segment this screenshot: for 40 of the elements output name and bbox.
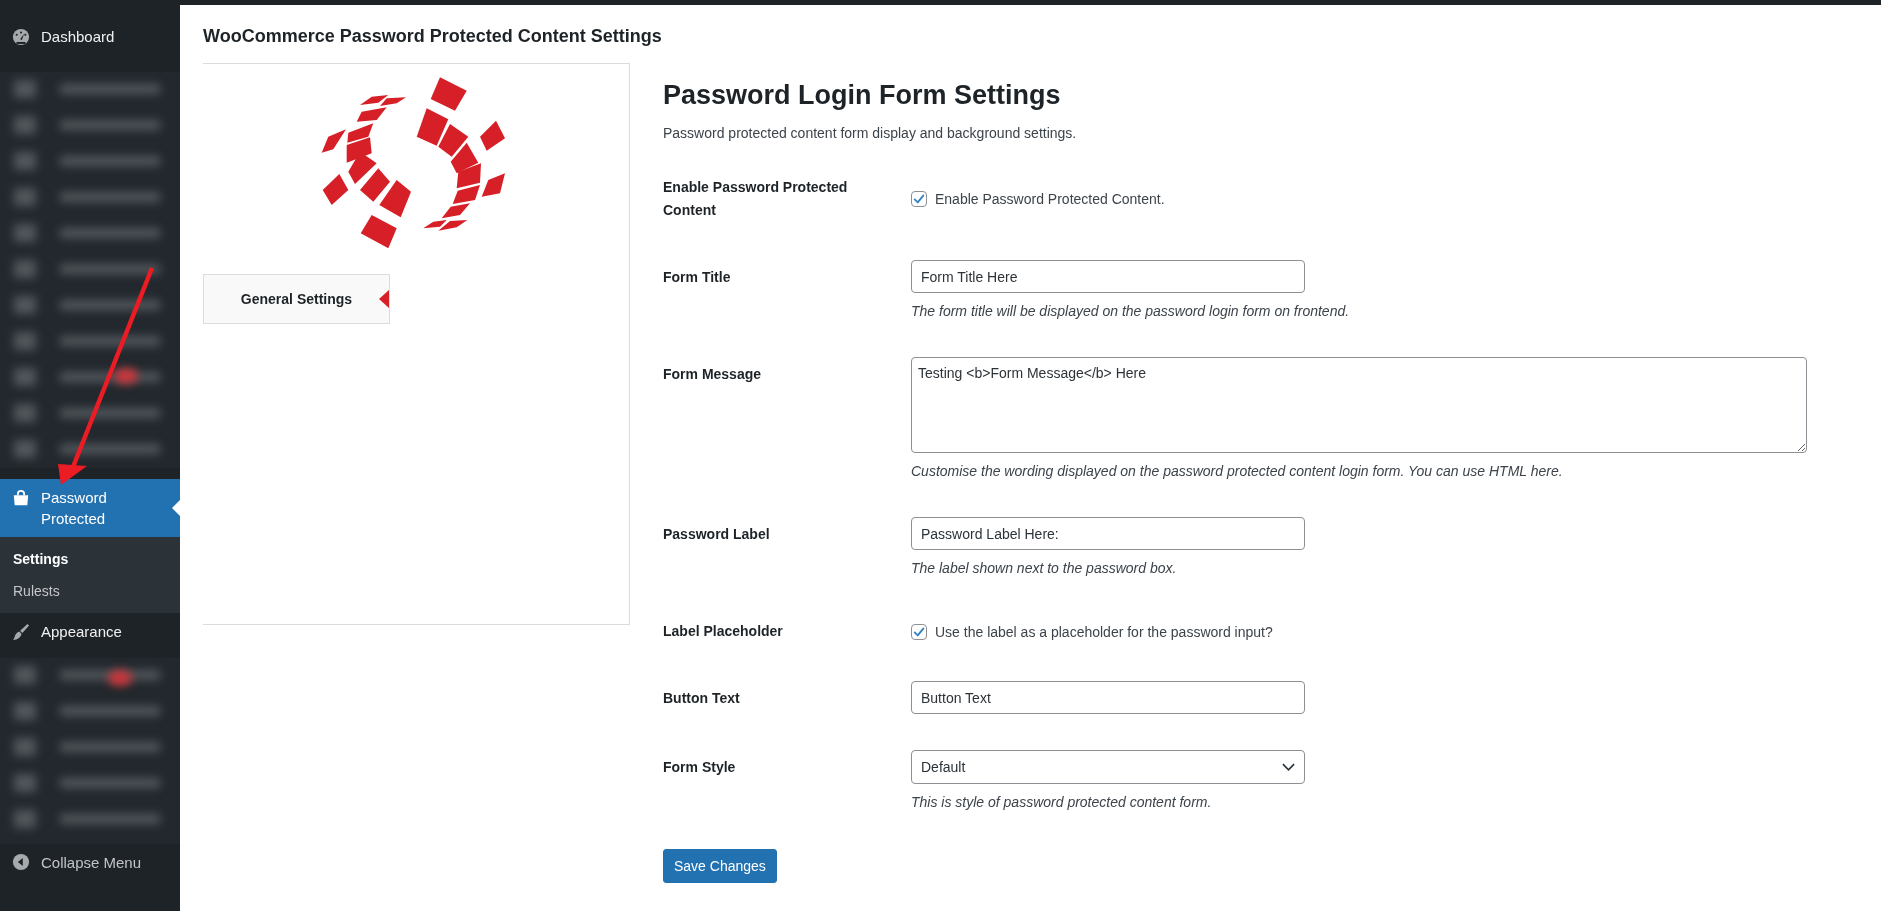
field-label: Form Title [663,268,732,287]
menu-item[interactable]: Appearance [0,615,180,649]
triangle-marker-icon [379,290,389,308]
paintbrush-icon [12,623,30,641]
checkbox-label: Enable Password Protected Content. [935,190,1165,209]
text-field[interactable]: Password Label Here: [911,517,1305,550]
field-label: Form Message [663,365,763,384]
menu-pointer-icon [172,500,180,516]
field-label: Button Text [663,689,741,708]
field-label: Enable Password Protected Content [663,178,849,220]
chevron-down-icon [1282,763,1295,771]
field-description: The form title will be displayed on the password login form on frontend. [911,302,1350,321]
checkmark-icon [913,625,925,638]
section-heading: Password Login Form Settings [663,79,1061,112]
gauge-icon [12,28,30,46]
save-button[interactable]: Save Changes [663,849,777,883]
text-field[interactable]: Form Title Here [911,260,1305,293]
field-description: The label shown next to the password box. [911,559,1177,578]
menu-item[interactable]: Password Protected [0,479,180,537]
section-description: Password protected content form display and background settings. [663,124,1077,143]
submenu-item[interactable]: Settings [0,543,180,575]
checkbox-label: Use the label as a placeholder for the password input? [935,622,1273,642]
textarea-field[interactable]: Testing <b>Form Message</b> Here [911,357,1807,453]
text-field[interactable]: Button Text [911,681,1305,714]
field-label: Label Placeholder [663,622,784,641]
field-description: Customise the wording displayed on the password protected content login form. You can use HTML here. [911,462,1563,481]
checkbox[interactable] [911,623,927,640]
settings-tab[interactable]: General Settings [203,274,390,324]
submenu-item[interactable]: Rulests [0,575,180,607]
shopping-bag-icon [12,489,30,507]
field-label: Form Style [663,758,737,777]
collapse-menu-button[interactable]: Collapse Menu [0,845,180,879]
checkbox[interactable] [911,191,927,207]
field-label: Password Label [663,525,771,544]
dropdown[interactable]: Default [911,750,1305,784]
left-arrow-circle-icon [12,853,30,871]
checkmark-icon [913,193,925,205]
menu-item[interactable]: Dashboard [0,20,180,54]
page-title: WooCommerce Password Protected Content Settings [203,25,663,48]
field-description: This is style of password protected content form. [911,793,1212,812]
